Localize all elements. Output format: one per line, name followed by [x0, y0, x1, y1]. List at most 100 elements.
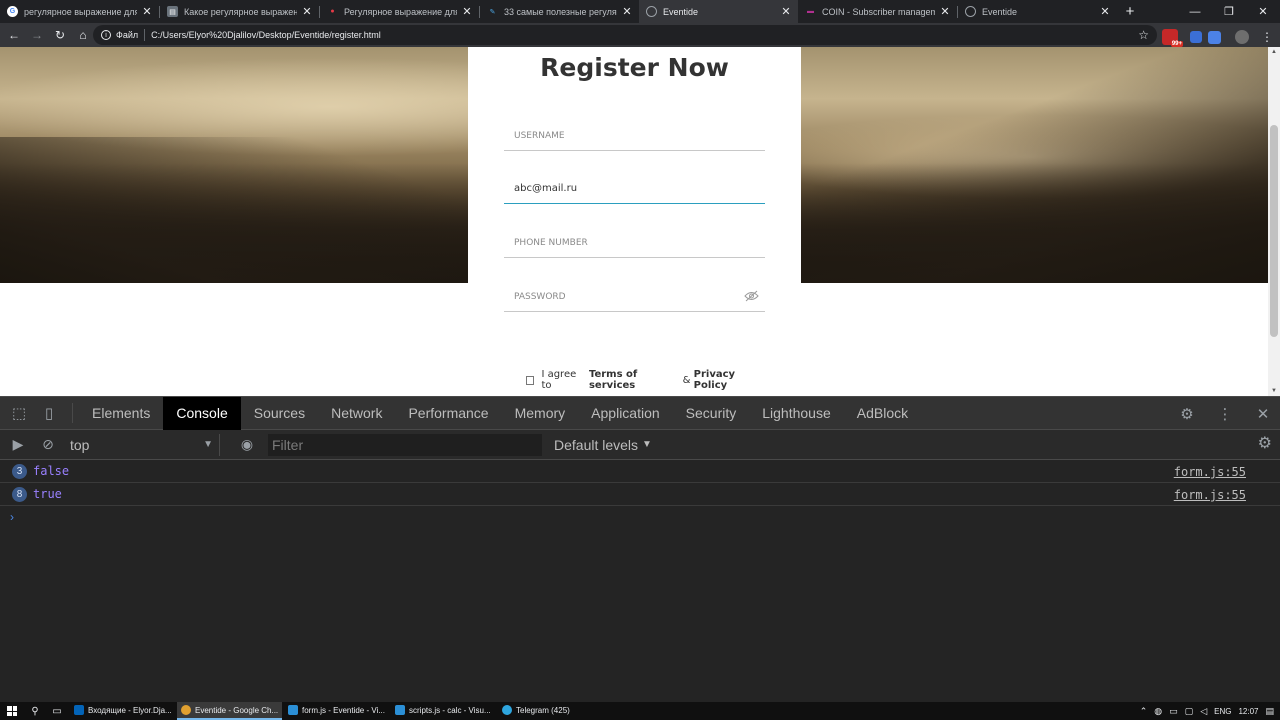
close-icon[interactable]: ✕	[1099, 5, 1111, 18]
taskbar-item-vscode-scripts[interactable]: scripts.js - calc - Visu...	[391, 702, 496, 720]
log-source-link[interactable]: form.js:55	[1174, 488, 1246, 502]
taskbar-item-telegram[interactable]: Telegram (425)	[498, 702, 603, 720]
tab-performance[interactable]: Performance	[395, 397, 501, 430]
tab-memory[interactable]: Memory	[502, 397, 579, 430]
privacy-policy-link[interactable]: Privacy Policy	[694, 369, 766, 391]
scroll-up-icon[interactable]: ▲	[1271, 49, 1277, 55]
sidebar-toggle-icon[interactable]: ▶	[6, 433, 30, 457]
close-devtools-icon[interactable]: ✕	[1250, 401, 1276, 427]
eye-slash-icon[interactable]	[744, 290, 759, 302]
console-settings-gear-icon[interactable]: ⚙	[1258, 433, 1272, 453]
tab-title: Eventide	[663, 6, 699, 17]
menu-dots-icon[interactable]: ⋮	[1256, 26, 1278, 48]
notifications-icon[interactable]: ▤	[1265, 706, 1274, 717]
devtools-tab-bar: ⬚ ▯ Elements Console Sources Network Per…	[0, 396, 1280, 430]
page-scrollbar[interactable]: ▲ ▼	[1268, 47, 1280, 396]
translate-extension-icon[interactable]	[1208, 30, 1221, 44]
tab-security[interactable]: Security	[673, 397, 750, 430]
avatar[interactable]	[1235, 30, 1249, 44]
close-icon[interactable]: ✕	[621, 5, 633, 18]
taskbar-item-vscode-form[interactable]: form.js - Eventide - Vi...	[284, 702, 389, 720]
more-options-icon[interactable]: ⋮	[1212, 401, 1238, 427]
browser-tab-1[interactable]: G регулярное выражение для но ✕	[0, 0, 159, 23]
chevron-up-icon[interactable]: ⌃	[1140, 706, 1148, 717]
battery-icon[interactable]: ▭	[1169, 706, 1178, 717]
network-icon[interactable]: ◍	[1154, 706, 1162, 717]
tab-lighthouse[interactable]: Lighthouse	[749, 397, 844, 430]
console-prompt[interactable]: ›	[0, 506, 1280, 528]
context-selector[interactable]: top ▼	[70, 433, 220, 456]
scroll-down-icon[interactable]: ▼	[1271, 388, 1277, 394]
close-icon[interactable]: ✕	[301, 5, 313, 18]
scrollbar-thumb[interactable]	[1270, 125, 1278, 337]
address-bar[interactable]: i Файл C:/Users/Elyor%20Djalilov/Desktop…	[93, 25, 1157, 45]
close-window-icon[interactable]: ✕	[1246, 0, 1280, 23]
close-icon[interactable]: ✕	[461, 5, 473, 18]
bookmark-star-icon[interactable]: ☆	[1138, 28, 1149, 42]
outlook-icon	[74, 705, 84, 715]
vscode-icon	[395, 705, 405, 715]
reload-icon[interactable]: ↻	[49, 24, 71, 46]
gear-icon[interactable]: ⚙	[1174, 401, 1200, 427]
minimize-icon[interactable]: —	[1178, 0, 1212, 23]
tab-application[interactable]: Application	[578, 397, 673, 430]
shield-extension-icon[interactable]	[1190, 31, 1202, 43]
email-field[interactable]	[504, 174, 765, 204]
taskbar-item-outlook[interactable]: Входящие - Elyor.Dja...	[70, 702, 175, 720]
browser-tab-2[interactable]: ▤ Какое регулярное выражение ✕	[160, 0, 319, 23]
username-field[interactable]	[504, 121, 765, 151]
browser-tab-4[interactable]: ✎ 33 самые полезные регулярк ✕	[480, 0, 639, 23]
close-icon[interactable]: ✕	[939, 5, 951, 18]
phone-field[interactable]	[504, 228, 765, 258]
close-icon[interactable]: ✕	[141, 5, 153, 18]
browser-tab-6[interactable]: ▬ COIN - Subscriber management ✕	[798, 0, 957, 23]
password-input[interactable]	[504, 282, 765, 310]
console-filter-input[interactable]	[268, 433, 542, 456]
browser-tab-5-active[interactable]: Eventide ✕	[639, 0, 798, 23]
browser-tab-7[interactable]: Eventide ✕	[958, 0, 1117, 23]
back-icon[interactable]: ←	[3, 24, 25, 46]
windows-start-icon[interactable]	[0, 702, 24, 720]
register-form: Register Now I agree to Terms of service…	[468, 47, 801, 396]
adblock-extension-icon[interactable]: 99+	[1162, 29, 1183, 47]
extension-icons: 99+ ⋮	[1162, 26, 1278, 48]
home-icon[interactable]: ⌂	[72, 24, 94, 46]
task-view-icon[interactable]: ▭	[46, 702, 68, 720]
language-indicator[interactable]: ENG	[1214, 707, 1231, 716]
tab-elements[interactable]: Elements	[79, 397, 163, 430]
devtools-panel: ⬚ ▯ Elements Console Sources Network Per…	[0, 396, 1280, 702]
email-input[interactable]	[504, 174, 765, 202]
info-icon[interactable]: i	[101, 30, 111, 40]
tab-title: COIN - Subscriber management	[822, 6, 935, 17]
close-icon[interactable]: ✕	[780, 5, 792, 18]
tab-sources[interactable]: Sources	[241, 397, 318, 430]
tab-adblock[interactable]: AdBlock	[844, 397, 921, 430]
caret-down-icon: ▼	[642, 439, 652, 450]
clear-console-icon[interactable]: ⊘	[36, 433, 60, 457]
username-input[interactable]	[504, 121, 765, 149]
live-expression-eye-icon[interactable]: ◉	[234, 434, 260, 456]
log-source-link[interactable]: form.js:55	[1174, 465, 1246, 479]
password-field[interactable]	[504, 282, 765, 312]
tab-network[interactable]: Network	[318, 397, 395, 430]
new-tab-button[interactable]: +	[1117, 0, 1143, 23]
tab-console[interactable]: Console	[163, 396, 241, 430]
address-url[interactable]: C:/Users/Elyor%20Djalilov/Desktop/Eventi…	[151, 30, 381, 40]
terms-checkbox[interactable]	[526, 375, 535, 385]
inspect-element-icon[interactable]: ⬚	[6, 400, 32, 426]
devtools-actions: ⚙ ⋮ ✕	[1166, 397, 1280, 430]
taskbar-item-chrome[interactable]: Eventide - Google Ch...	[177, 702, 282, 720]
forward-icon[interactable]: →	[26, 24, 48, 46]
browser-tab-3[interactable]: ● Регулярное выражение для пр ✕	[320, 0, 479, 23]
device-toolbar-icon[interactable]: ▯	[36, 400, 62, 426]
volume-icon[interactable]: ◁	[1200, 706, 1207, 717]
clock-time[interactable]: 12:07	[1238, 707, 1258, 716]
log-levels-dropdown[interactable]: Default levels ▼	[554, 437, 652, 453]
search-icon[interactable]: ⚲	[24, 702, 46, 720]
system-tray: ⌃ ◍ ▭ ▢ ◁ ENG 12:07 ▤	[1140, 702, 1274, 720]
console-log-row: 8 true form.js:55	[0, 483, 1280, 506]
terms-of-service-link[interactable]: Terms of services	[589, 369, 679, 391]
restore-icon[interactable]: ❐	[1212, 0, 1246, 23]
phone-input[interactable]	[504, 228, 765, 256]
chat-icon[interactable]: ▢	[1185, 706, 1194, 717]
